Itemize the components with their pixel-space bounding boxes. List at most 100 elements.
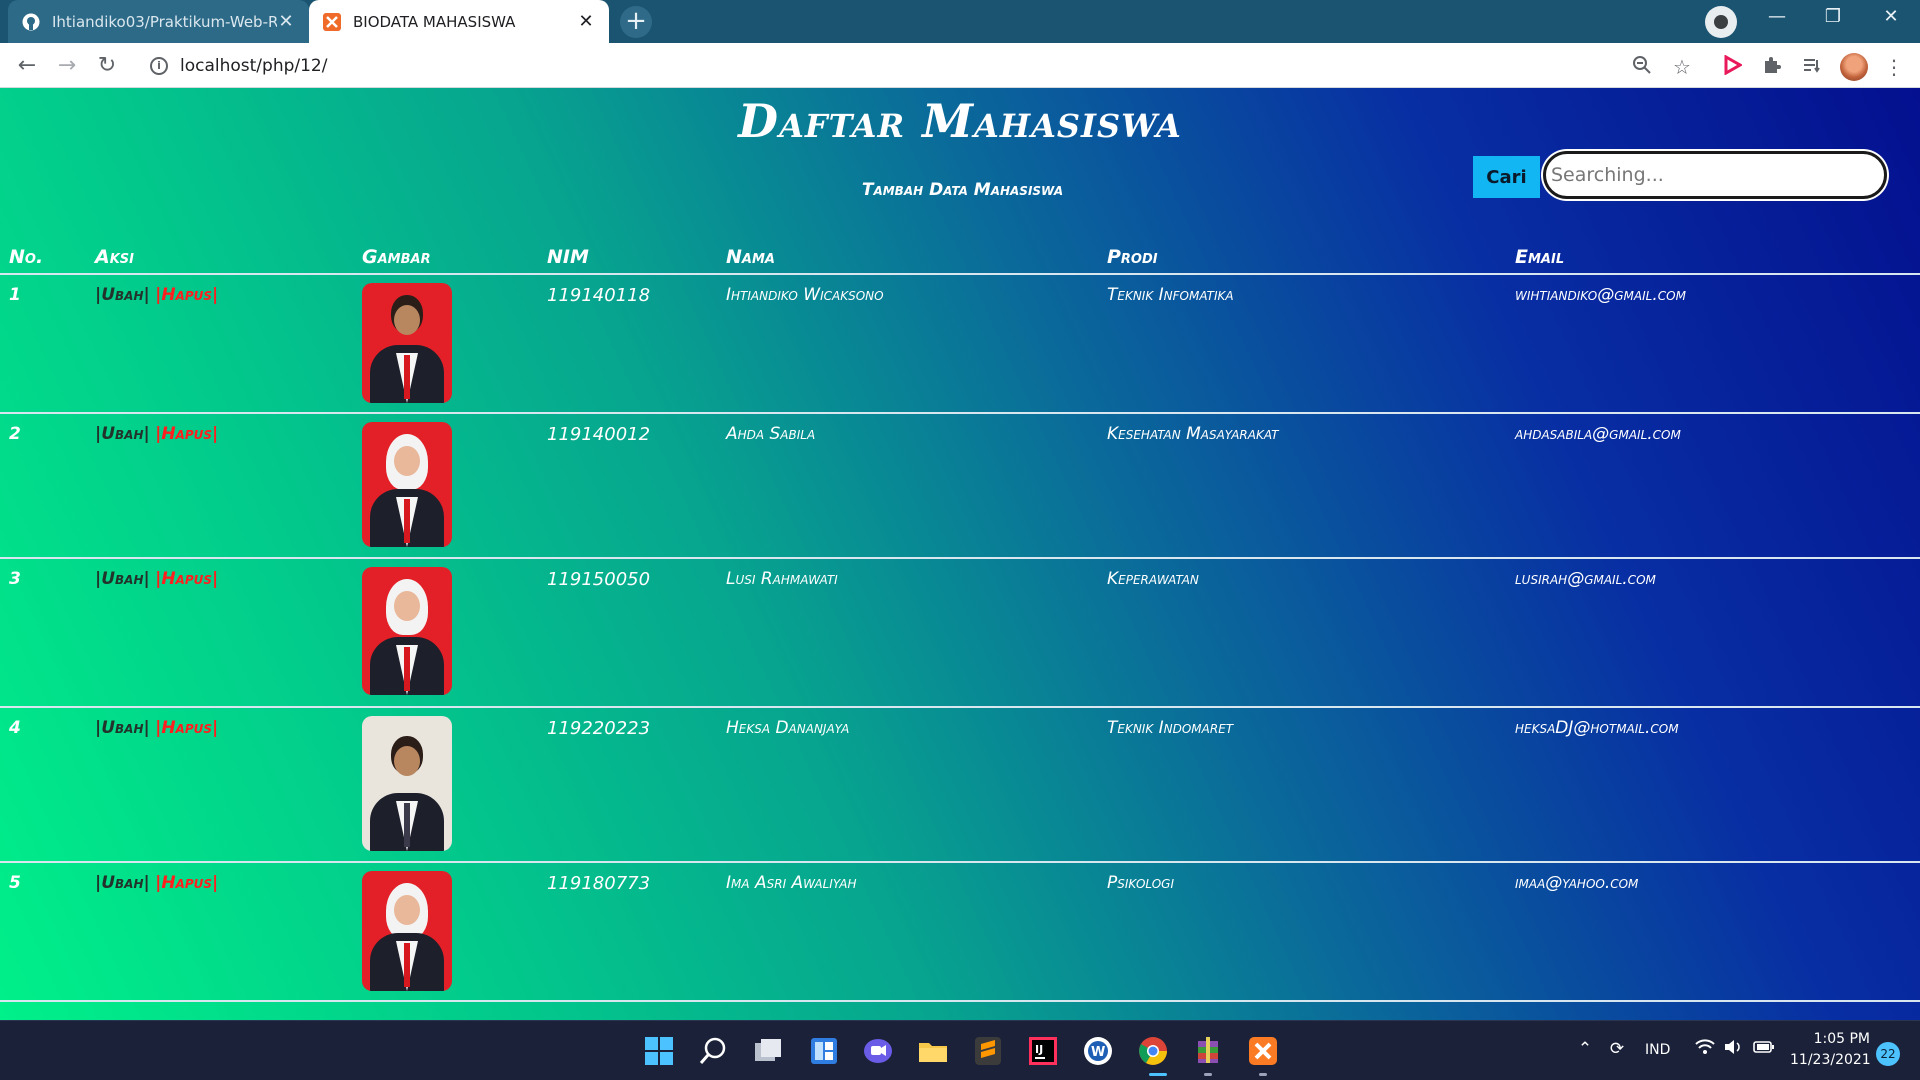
- row-photo-cell: [353, 862, 538, 1002]
- row-photo-cell: [353, 558, 538, 708]
- close-icon[interactable]: ✕: [277, 11, 295, 32]
- row-prodi: Psikologi: [1098, 862, 1506, 1002]
- xampp-icon: [323, 12, 341, 31]
- word-app-icon[interactable]: W: [1082, 1035, 1114, 1067]
- chat-icon[interactable]: [862, 1035, 894, 1067]
- menu-kebab-icon[interactable]: ⋮: [1882, 55, 1906, 79]
- svg-text:IJ: IJ: [1035, 1043, 1043, 1056]
- table-row: 1 |Ubah| |Hapus| 119140118 Ihtiandiko Wi…: [0, 274, 1920, 414]
- delete-link[interactable]: |Hapus|: [155, 873, 218, 893]
- sublime-text-icon[interactable]: [972, 1035, 1004, 1067]
- intellij-icon[interactable]: IJ: [1027, 1035, 1059, 1067]
- table-row: 3 |Ubah| |Hapus| 119150050 Lusi Rahmawat…: [0, 558, 1920, 708]
- row-prodi: Kesehatan Masayarakat: [1098, 413, 1506, 559]
- column-header-prodi: Prodi: [1098, 240, 1506, 275]
- student-photo: [362, 871, 452, 991]
- edit-link[interactable]: |Ubah|: [95, 424, 150, 444]
- svg-text:W: W: [1091, 1045, 1105, 1060]
- row-number: 3: [0, 558, 86, 708]
- table-header-row: No. Aksi Gambar NIM Nama Prodi Email: [0, 240, 1920, 275]
- row-photo-cell: [353, 274, 538, 414]
- row-email: imaa@yahoo.com: [1506, 862, 1920, 1002]
- media-play-icon[interactable]: [1720, 54, 1744, 79]
- row-actions: |Ubah| |Hapus|: [86, 862, 353, 1002]
- row-nama: Ihtiandiko Wicaksono: [717, 274, 1098, 414]
- start-icon[interactable]: [643, 1035, 675, 1067]
- row-actions: |Ubah| |Hapus|: [86, 707, 353, 863]
- row-nim: 119150050: [538, 558, 717, 708]
- chrome-active-indicator: [1149, 1073, 1167, 1076]
- edit-link[interactable]: |Ubah|: [95, 285, 150, 305]
- browser-tab-bar: Ihtiandiko03/Praktikum-Web-RC ✕ BIODATA …: [0, 0, 1920, 43]
- edit-link[interactable]: |Ubah|: [95, 873, 150, 893]
- bookmark-star-icon[interactable]: ☆: [1670, 55, 1694, 79]
- delete-link[interactable]: |Hapus|: [155, 424, 218, 444]
- student-table: No. Aksi Gambar NIM Nama Prodi Email 1 |…: [0, 240, 1920, 1002]
- tab-biodata[interactable]: BIODATA MAHASISWA ✕: [309, 0, 609, 43]
- wifi-icon[interactable]: [1694, 1039, 1716, 1060]
- student-photo: [362, 716, 452, 851]
- row-email: lusirah@gmail.com: [1506, 558, 1920, 708]
- reading-list-icon[interactable]: [1800, 55, 1824, 79]
- reload-button[interactable]: ↻: [92, 51, 122, 81]
- input-language[interactable]: IND: [1645, 1042, 1670, 1058]
- chevron-up-icon[interactable]: ⌃: [1574, 1039, 1596, 1059]
- table-row: 4 |Ubah| |Hapus| 119220223 Heksa Dananja…: [0, 707, 1920, 863]
- row-actions: |Ubah| |Hapus|: [86, 274, 353, 414]
- xampp-taskbar-icon[interactable]: [1247, 1035, 1279, 1067]
- row-nama: Ahda Sabila: [717, 413, 1098, 559]
- table-row: 5 |Ubah| |Hapus| 119180773 Ima Asri Awal…: [0, 862, 1920, 1002]
- browser-toolbar: ← → ↻ i ☆ ⋮: [0, 43, 1920, 88]
- edit-link[interactable]: |Ubah|: [95, 569, 150, 589]
- row-email: ahdasabila@gmail.com: [1506, 413, 1920, 559]
- volume-icon[interactable]: [1722, 1039, 1744, 1060]
- row-nama: Ima Asri Awaliyah: [717, 862, 1098, 1002]
- search-icon[interactable]: [697, 1035, 729, 1067]
- restore-button[interactable]: ❐: [1813, 6, 1853, 27]
- github-icon: [22, 13, 40, 31]
- file-explorer-icon[interactable]: [917, 1035, 949, 1067]
- window-close-button[interactable]: ✕: [1871, 6, 1911, 27]
- back-button[interactable]: ←: [12, 51, 42, 81]
- delete-link[interactable]: |Hapus|: [155, 718, 218, 738]
- column-header-gambar: Gambar: [353, 240, 538, 275]
- sync-icon[interactable]: ⟳: [1606, 1039, 1628, 1059]
- row-nama: Heksa Dananjaya: [717, 707, 1098, 863]
- edit-link[interactable]: |Ubah|: [95, 718, 150, 738]
- page-content: Daftar Mahasiswa Tambah Data Mahasiswa C…: [0, 88, 1920, 1020]
- column-header-nim: NIM: [538, 240, 717, 275]
- row-actions: |Ubah| |Hapus|: [86, 558, 353, 708]
- delete-link[interactable]: |Hapus|: [155, 285, 218, 305]
- extensions-puzzle-icon[interactable]: [1760, 55, 1784, 79]
- widgets-icon[interactable]: [808, 1035, 840, 1067]
- new-tab-button[interactable]: +: [620, 6, 652, 38]
- winrar-icon[interactable]: [1192, 1035, 1224, 1067]
- search-button[interactable]: Cari: [1473, 156, 1540, 198]
- profile-avatar[interactable]: [1840, 53, 1868, 81]
- close-icon[interactable]: ✕: [577, 11, 595, 32]
- minimize-button[interactable]: —: [1757, 6, 1797, 27]
- column-header-aksi: Aksi: [86, 240, 353, 275]
- address-input[interactable]: [180, 55, 780, 76]
- row-number: 1: [0, 274, 86, 414]
- column-header-nama: Nama: [717, 240, 1098, 275]
- row-number: 2: [0, 413, 86, 559]
- forward-button[interactable]: →: [52, 51, 82, 81]
- row-prodi: Keperawatan: [1098, 558, 1506, 708]
- site-info-icon[interactable]: i: [150, 56, 168, 75]
- taskbar: IJ W ⌃ ⟳ IND 1:05 PM 11/23/2021 22: [0, 1020, 1920, 1080]
- zoom-icon[interactable]: [1630, 55, 1654, 79]
- tab-search-icon[interactable]: [1705, 6, 1737, 38]
- tab-github[interactable]: Ihtiandiko03/Praktikum-Web-RC ✕: [8, 0, 309, 43]
- notification-badge[interactable]: 22: [1876, 1042, 1900, 1066]
- chrome-icon[interactable]: [1137, 1035, 1169, 1067]
- column-header-email: Email: [1506, 240, 1920, 275]
- search-input[interactable]: [1543, 151, 1887, 199]
- xampp-running-indicator: [1259, 1073, 1267, 1076]
- delete-link[interactable]: |Hapus|: [155, 569, 218, 589]
- address-bar[interactable]: i: [140, 48, 1640, 83]
- clock-date[interactable]: 11/23/2021: [1790, 1052, 1871, 1068]
- clock-time[interactable]: 1:05 PM: [1796, 1031, 1870, 1047]
- battery-icon[interactable]: [1753, 1039, 1775, 1059]
- task-view-icon[interactable]: [752, 1035, 784, 1067]
